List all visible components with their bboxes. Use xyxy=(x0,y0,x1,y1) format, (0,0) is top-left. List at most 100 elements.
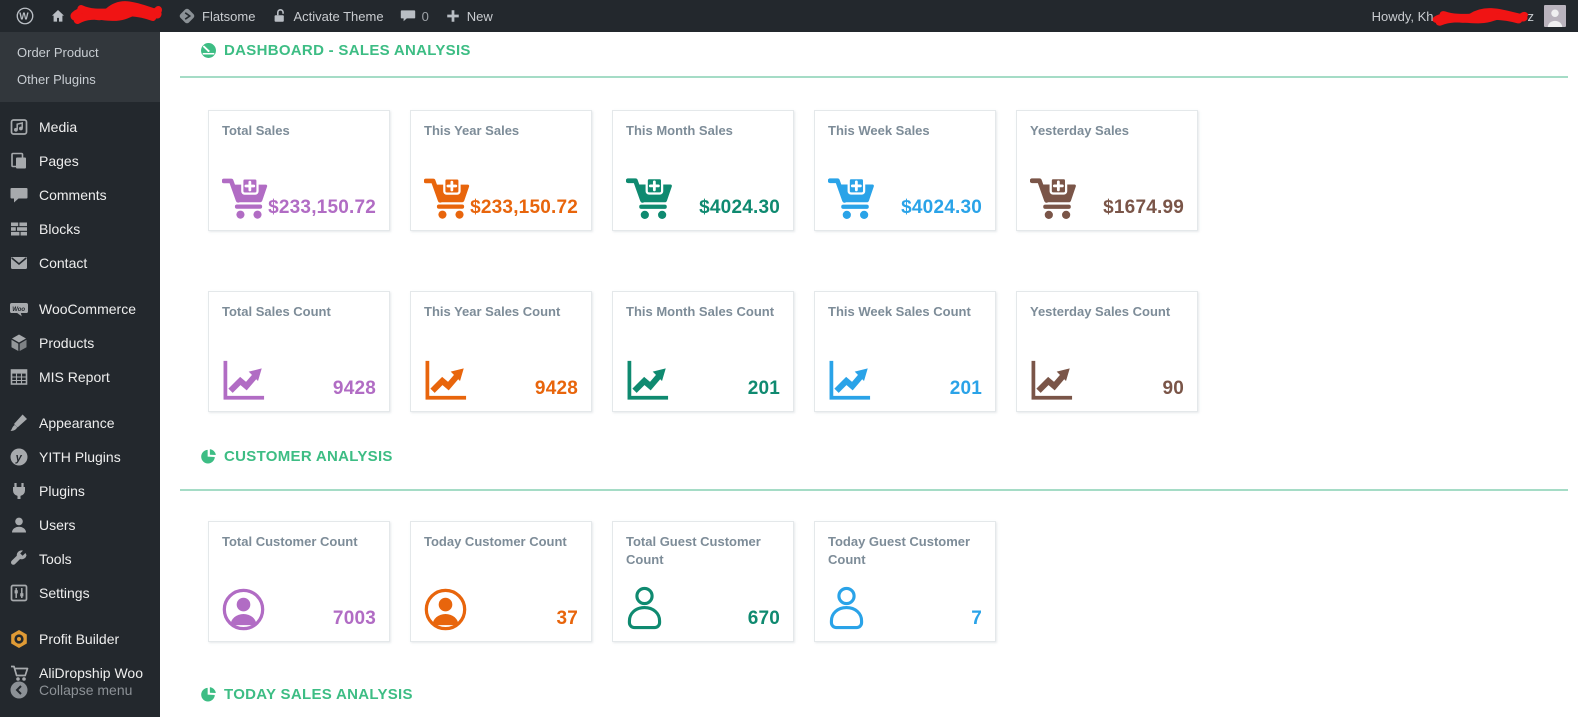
sidebar-item-comments[interactable]: Comments xyxy=(0,178,160,212)
sidebar-separator xyxy=(0,394,160,406)
avatar-person-icon xyxy=(1544,5,1566,27)
products-icon xyxy=(9,333,29,353)
card-value: 670 xyxy=(748,609,780,631)
sidebar-item-label: Settings xyxy=(39,585,90,601)
card-title: This Year Sales Count xyxy=(424,303,578,321)
section-header-today: TODAY SALES ANALYSIS xyxy=(200,686,1578,703)
card-total-sales: Total Sales $233,150.72 xyxy=(208,110,390,231)
comments-menu-item[interactable]: 0 xyxy=(392,0,437,32)
card-this-month-sales-count: This Month Sales Count 201 xyxy=(612,291,794,412)
woocommerce-icon xyxy=(9,299,29,319)
sidebar-item-label: Products xyxy=(39,335,94,351)
flatsome-label: Flatsome xyxy=(202,9,255,24)
cart-plus-icon xyxy=(1030,177,1077,220)
card-value: 37 xyxy=(556,609,578,631)
sidebar-submenu: Order Product Other Plugins xyxy=(0,32,160,102)
card-title: Yesterday Sales Count xyxy=(1030,303,1184,321)
card-this-week-sales-count: This Week Sales Count 201 xyxy=(814,291,996,412)
sidebar-separator xyxy=(0,610,160,622)
pages-icon xyxy=(9,151,29,171)
section-title: TODAY SALES ANALYSIS xyxy=(224,686,413,703)
settings-icon xyxy=(9,583,29,603)
sidebar-item-tools[interactable]: Tools xyxy=(0,542,160,576)
card-value: $233,150.72 xyxy=(268,198,376,220)
card-value: 201 xyxy=(950,379,982,401)
users-icon xyxy=(9,515,29,535)
howdy-account-menu[interactable]: Howdy, Kh z xyxy=(1364,0,1538,32)
sidebar-item-plugins[interactable]: Plugins xyxy=(0,474,160,508)
cart-plus-icon xyxy=(828,177,875,220)
sidebar-item-profit-builder[interactable]: Profit Builder xyxy=(0,622,160,656)
activate-theme-menu-item[interactable]: Activate Theme xyxy=(263,0,391,32)
collapse-menu-label: Collapse menu xyxy=(39,682,132,698)
sidebar-item-label: Users xyxy=(39,517,76,533)
sidebar-item-label: Profit Builder xyxy=(39,631,119,647)
card-value: 7003 xyxy=(333,609,376,631)
sidebar-item-products[interactable]: Products xyxy=(0,326,160,360)
flatsome-menu-item[interactable]: Flatsome xyxy=(170,0,263,32)
pie-chart-icon xyxy=(200,448,217,465)
sidebar-item-yith-plugins[interactable]: YITH Plugins xyxy=(0,440,160,474)
section-divider xyxy=(180,489,1568,491)
sidebar-item-label: Blocks xyxy=(39,221,80,237)
card-title: This Month Sales Count xyxy=(626,303,780,321)
card-value: $4024.30 xyxy=(699,198,780,220)
sidebar-item-label: YITH Plugins xyxy=(39,449,121,465)
card-yesterday-sales-count: Yesterday Sales Count 90 xyxy=(1016,291,1198,412)
submenu-item-order-product[interactable]: Order Product xyxy=(0,39,160,66)
sidebar-item-label: MIS Report xyxy=(39,369,110,385)
new-menu-item[interactable]: New xyxy=(437,0,501,32)
section-header-customer: CUSTOMER ANALYSIS xyxy=(200,448,1578,465)
submenu-item-other-plugins[interactable]: Other Plugins xyxy=(0,66,160,93)
card-value: 9428 xyxy=(333,379,376,401)
card-total-customer-count: Total Customer Count 7003 xyxy=(208,521,390,642)
sidebar-item-media[interactable]: Media xyxy=(0,110,160,144)
sidebar-item-blocks[interactable]: Blocks xyxy=(0,212,160,246)
sidebar-item-label: Media xyxy=(39,119,77,135)
sidebar-item-users[interactable]: Users xyxy=(0,508,160,542)
profit-builder-icon xyxy=(9,629,29,649)
redaction-scribble-site-name xyxy=(70,1,162,27)
sidebar-menu: Media Pages Comments Blocks Contact WooC… xyxy=(0,102,160,690)
sidebar-item-contact[interactable]: Contact xyxy=(0,246,160,280)
sidebar-item-mis-report[interactable]: MIS Report xyxy=(0,360,160,394)
chart-line-icon xyxy=(222,360,267,401)
activate-theme-label: Activate Theme xyxy=(293,9,383,24)
card-value: 9428 xyxy=(535,379,578,401)
card-title: This Week Sales xyxy=(828,122,982,140)
card-this-month-sales: This Month Sales $4024.30 xyxy=(612,110,794,231)
wordpress-menu-button[interactable] xyxy=(8,0,42,32)
card-today-guest-customer-count: Today Guest Customer Count 7 xyxy=(814,521,996,642)
sidebar-item-appearance[interactable]: Appearance xyxy=(0,406,160,440)
flatsome-logo-icon xyxy=(178,7,196,25)
admin-bar: Flatsome Activate Theme 0 New Howdy, Kh … xyxy=(0,0,1578,32)
card-title: Today Customer Count xyxy=(424,533,578,551)
chart-line-icon xyxy=(828,360,873,401)
media-icon xyxy=(9,117,29,137)
card-value: 201 xyxy=(748,379,780,401)
new-label: New xyxy=(467,9,493,24)
collapse-menu-button[interactable]: Collapse menu xyxy=(0,673,160,707)
sidebar-item-pages[interactable]: Pages xyxy=(0,144,160,178)
section-divider xyxy=(180,76,1568,78)
home-icon xyxy=(50,8,66,24)
card-title: Yesterday Sales xyxy=(1030,122,1184,140)
cart-plus-icon xyxy=(424,177,470,220)
card-title: This Week Sales Count xyxy=(828,303,982,321)
card-value: $4024.30 xyxy=(901,198,982,220)
sidebar-item-label: Appearance xyxy=(39,415,115,431)
card-title: Total Sales xyxy=(222,122,376,140)
tools-icon xyxy=(9,549,29,569)
avatar[interactable] xyxy=(1544,5,1566,27)
user-circle-icon xyxy=(424,588,467,631)
sidebar-item-woocommerce[interactable]: WooCommerce xyxy=(0,292,160,326)
appearance-icon xyxy=(9,413,29,433)
sidebar-item-settings[interactable]: Settings xyxy=(0,576,160,610)
site-name-link[interactable] xyxy=(42,0,170,32)
card-today-customer-count: Today Customer Count 37 xyxy=(410,521,592,642)
user-outline-icon xyxy=(626,585,663,631)
card-yesterday-sales: Yesterday Sales $1674.99 xyxy=(1016,110,1198,231)
yith-icon xyxy=(9,447,29,467)
comments-icon xyxy=(9,185,29,205)
sidebar-item-label: Comments xyxy=(39,187,107,203)
